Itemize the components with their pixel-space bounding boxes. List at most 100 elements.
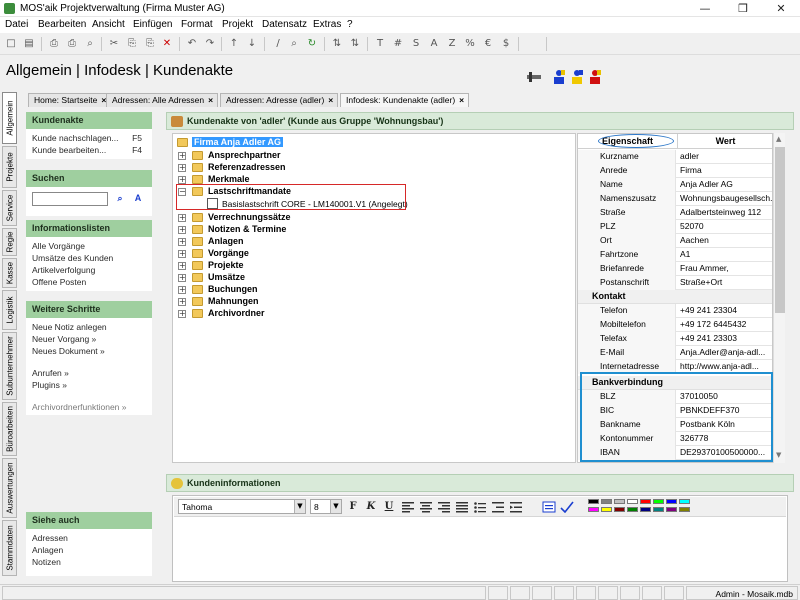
property-row[interactable]: E-Mail Anja.Adler@anja-adl... xyxy=(578,346,772,360)
close-tab-icon[interactable]: × xyxy=(208,95,213,105)
property-row[interactable]: Fahrtzone A1 xyxy=(578,248,772,262)
property-row[interactable]: Telefax +49 241 23303 xyxy=(578,332,772,346)
side-tab-kasse[interactable]: Kasse xyxy=(2,258,17,288)
color-swatch[interactable] xyxy=(601,507,612,512)
minimize-button[interactable]: — xyxy=(686,0,724,17)
side-tab-regie[interactable]: Regie xyxy=(2,228,17,256)
move-down-icon[interactable]: ↓ xyxy=(244,36,260,52)
side-tab-stammdaten[interactable]: Stammdaten xyxy=(2,520,17,576)
property-row[interactable]: Briefanrede Frau Ammer, xyxy=(578,262,772,276)
category-kontakt[interactable]: Kontakt xyxy=(578,290,772,304)
preview-icon[interactable]: ⌕ xyxy=(82,36,98,52)
link-notizen[interactable]: Notizen xyxy=(32,556,146,568)
close-tab-icon[interactable]: × xyxy=(328,95,333,105)
euro-field-icon[interactable]: € xyxy=(480,36,496,52)
color-swatch[interactable] xyxy=(653,507,664,512)
font-family-select[interactable]: Tahoma ▼ xyxy=(178,499,306,514)
property-row[interactable]: Telefon +49 241 23304 xyxy=(578,304,772,318)
justify-icon[interactable] xyxy=(456,502,468,513)
align-left-icon[interactable] xyxy=(402,502,414,513)
property-value[interactable]: +49 241 23303 xyxy=(678,332,772,346)
property-value[interactable]: Anja Adler AG xyxy=(678,178,772,192)
expand-icon[interactable]: + xyxy=(178,176,186,184)
color-swatch[interactable] xyxy=(601,499,612,504)
link-alle-vorgaenge[interactable]: Alle Vorgänge xyxy=(32,240,146,252)
undo-icon[interactable]: ↶ xyxy=(184,36,200,52)
color-swatch[interactable] xyxy=(640,507,651,512)
expand-icon[interactable]: + xyxy=(178,298,186,306)
link-archivordnerfunktionen[interactable]: Archivordnerfunktionen » xyxy=(32,401,146,413)
bold-button[interactable]: F xyxy=(346,500,360,514)
rtf-icon[interactable] xyxy=(542,501,556,513)
cut-icon[interactable]: ✂ xyxy=(106,36,122,52)
text-field-icon[interactable]: T xyxy=(372,36,388,52)
amount-field-icon[interactable]: A xyxy=(426,36,442,52)
link-anrufen[interactable]: Anrufen » xyxy=(32,367,146,379)
tab-home[interactable]: Home: Startseite × xyxy=(28,93,112,107)
link-umsaetze[interactable]: Umsätze des Kunden xyxy=(32,252,146,264)
property-row[interactable]: Straße Adalbertsteinweg 112 xyxy=(578,206,772,220)
menu-extras[interactable]: Extras xyxy=(313,19,341,30)
tab-adressen-alle[interactable]: Adressen: Alle Adressen × xyxy=(106,93,219,107)
expand-icon[interactable]: + xyxy=(178,164,186,172)
property-value[interactable]: Firma xyxy=(678,164,772,178)
expand-icon[interactable]: + xyxy=(178,226,186,234)
property-value[interactable]: Wohnungsbaugesellsch... xyxy=(678,192,772,206)
color-swatch[interactable] xyxy=(627,507,638,512)
align-right-icon[interactable] xyxy=(438,502,450,513)
redo-icon[interactable]: ↷ xyxy=(202,36,218,52)
sort-desc-icon[interactable]: ⇅ xyxy=(347,36,363,52)
property-value[interactable]: Frau Ammer, xyxy=(678,262,772,276)
expand-icon[interactable]: + xyxy=(178,250,186,258)
sum-field-icon[interactable]: S xyxy=(408,36,424,52)
color-palette[interactable] xyxy=(588,499,692,515)
property-value[interactable]: adler xyxy=(678,150,772,164)
property-row[interactable]: Mobiltelefon +49 172 6445432 xyxy=(578,318,772,332)
color-swatch[interactable] xyxy=(627,499,638,504)
copy-icon[interactable]: ⎘ xyxy=(124,36,140,52)
total-field-icon[interactable]: Z xyxy=(444,36,460,52)
side-tab-projekte[interactable]: Projekte xyxy=(2,146,17,188)
link-neues-dokument[interactable]: Neues Dokument » xyxy=(32,345,146,357)
link-plugins[interactable]: Plugins » xyxy=(32,379,146,391)
link-kunde-bearbeiten[interactable]: Kunde bearbeiten... F4 xyxy=(32,144,146,156)
color-swatch[interactable] xyxy=(679,499,690,504)
scroll-thumb[interactable] xyxy=(775,147,785,313)
link-neue-notiz[interactable]: Neue Notiz anlegen xyxy=(32,321,146,333)
print-icon[interactable]: ⎙ xyxy=(46,36,62,52)
user-yellow-icon[interactable] xyxy=(570,69,584,85)
expand-icon[interactable]: + xyxy=(178,286,186,294)
tools-icon[interactable] xyxy=(526,70,542,84)
column-header-wert[interactable]: Wert xyxy=(678,134,772,149)
link-adressen[interactable]: Adressen xyxy=(32,532,146,544)
close-tab-icon[interactable]: × xyxy=(459,95,464,105)
bullet-list-icon[interactable] xyxy=(474,502,486,513)
italic-button[interactable]: K xyxy=(364,500,378,514)
scroll-down-icon[interactable]: ▼ xyxy=(776,451,781,459)
menu-projekt[interactable]: Projekt xyxy=(222,19,253,30)
side-tab-subunternehmer[interactable]: Subunternehmer xyxy=(2,332,17,400)
property-row[interactable]: PLZ 52070 xyxy=(578,220,772,234)
color-swatch[interactable] xyxy=(614,507,625,512)
user-red-icon[interactable] xyxy=(588,69,602,85)
currency-field-icon[interactable]: $ xyxy=(498,36,514,52)
color-swatch[interactable] xyxy=(653,499,664,504)
side-tab-logistik[interactable]: Logistik xyxy=(2,290,17,330)
link-anlagen[interactable]: Anlagen xyxy=(32,544,146,556)
menu-einfuegen[interactable]: Einfügen xyxy=(133,19,172,30)
property-row[interactable]: Postanschrift Straße+Ort xyxy=(578,276,772,290)
color-swatch[interactable] xyxy=(666,507,677,512)
move-up-icon[interactable]: ↑ xyxy=(226,36,242,52)
property-row[interactable]: Ort Aachen xyxy=(578,234,772,248)
property-value[interactable]: +49 241 23304 xyxy=(678,304,772,318)
property-row[interactable]: Anrede Firma xyxy=(578,164,772,178)
maximize-button[interactable]: ❒ xyxy=(724,0,762,17)
side-tab-auswertungen[interactable]: Auswertungen xyxy=(2,458,17,518)
advanced-search-icon[interactable]: A xyxy=(130,190,146,206)
open-icon[interactable]: ▤ xyxy=(21,36,37,52)
tab-infodesk-kundenakte[interactable]: Infodesk: Kundenakte (adler) × xyxy=(340,93,470,107)
new-icon[interactable]: □ xyxy=(3,36,19,52)
menu-datei[interactable]: Datei xyxy=(5,19,28,30)
menu-ansicht[interactable]: Ansicht xyxy=(92,19,125,30)
tab-adresse-adler[interactable]: Adressen: Adresse (adler) × xyxy=(220,93,339,107)
